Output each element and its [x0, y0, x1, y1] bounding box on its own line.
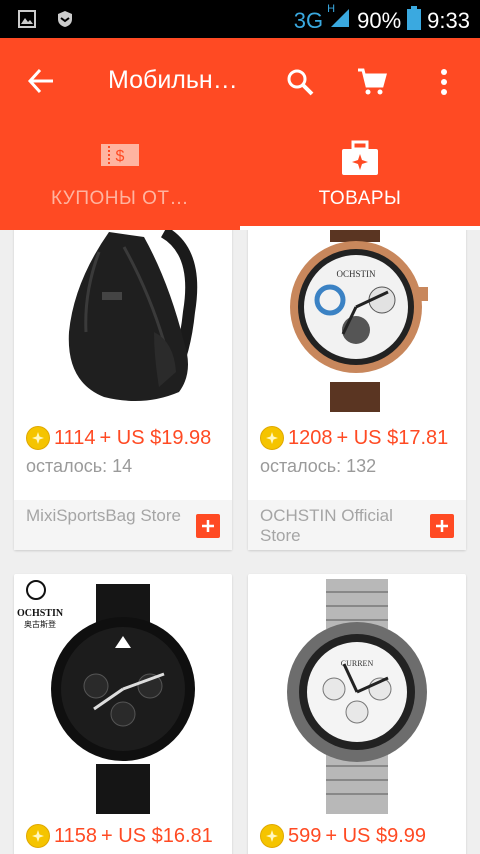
product-price: 1158 + US $16.81 — [26, 824, 213, 848]
tab-coupons[interactable]: $ КУПОНЫ ОТ… — [0, 134, 240, 230]
brand-logo-text: OCHSTIN — [17, 608, 64, 619]
coin-icon — [26, 824, 50, 848]
store-row: OCHSTIN Official Store — [248, 500, 466, 550]
app-bar: Мобильн… $ КУПОНЫ ОТ… ТОВАРЫ — [0, 38, 480, 230]
stock-left: осталось: 14 — [26, 456, 133, 476]
clock: 9:33 — [427, 8, 470, 33]
status-bar: 3G H 90% 9:33 — [0, 0, 480, 38]
gallery-notification-icon — [18, 10, 36, 33]
toolbar: Мобильн… — [0, 38, 480, 124]
tab-products-label: ТОВАРЫ — [318, 188, 402, 209]
watch-brand-text: OCHSTIN — [336, 269, 376, 279]
page-title: Мобильн… — [108, 66, 238, 94]
back-arrow-icon[interactable] — [26, 66, 58, 98]
product-price: 599 + US $9.99 — [260, 824, 426, 848]
store-row: MixiSportsBag Store — [14, 500, 232, 550]
battery-percent: 90% — [357, 8, 402, 33]
product-image-watch-steel[interactable]: CURREN — [248, 574, 466, 814]
briefcase-icon — [341, 140, 379, 181]
search-icon[interactable] — [280, 62, 320, 102]
shield-notification-icon — [56, 10, 74, 33]
tab-coupons-label: КУПОНЫ ОТ… — [51, 188, 189, 209]
tab-bar: $ КУПОНЫ ОТ… ТОВАРЫ — [0, 134, 480, 230]
coin-icon — [260, 824, 284, 848]
add-button[interactable] — [196, 514, 220, 538]
cash-price: + US $9.99 — [325, 824, 426, 847]
coin-amount: 1114 — [54, 426, 96, 449]
cart-icon[interactable] — [352, 62, 392, 102]
stock-left: осталось: 132 — [260, 456, 377, 476]
plus-icon — [202, 520, 214, 532]
tab-products[interactable]: ТОВАРЫ — [240, 134, 480, 230]
network-type: 3G — [293, 8, 324, 33]
product-price: 1208 + US $17.81 — [260, 426, 448, 450]
battery-icon — [407, 6, 422, 36]
coin-amount: 1208 — [288, 426, 333, 449]
product-card[interactable]: CURREN 599 + US $9.99 — [248, 574, 466, 854]
cash-price: + US $16.81 — [101, 824, 213, 847]
cash-price: + US $19.98 — [99, 426, 212, 449]
svg-text:$: $ — [116, 148, 125, 165]
store-name[interactable]: MixiSportsBag Store — [26, 506, 186, 526]
plus-icon — [436, 520, 448, 532]
more-options-icon[interactable] — [424, 62, 464, 102]
add-button[interactable] — [430, 514, 454, 538]
brand-logo-cn: 奥古斯登 — [24, 619, 56, 629]
network-sub: H — [327, 3, 336, 15]
store-name[interactable]: OCHSTIN Official Store — [260, 506, 420, 546]
coin-amount: 1158 — [54, 824, 98, 847]
product-card[interactable]: 1114 + US $19.98 осталось: 14 MixiSports… — [14, 230, 232, 550]
coupon-icon: $ — [101, 140, 139, 175]
coin-amount: 599 — [288, 824, 322, 847]
product-card[interactable]: OCHSTIN 1208 + US $17.81 осталось: 132 O… — [248, 230, 466, 550]
product-card[interactable]: OCHSTIN 奥古斯登 1158 + US $16.81 — [14, 574, 232, 854]
product-image-backpack[interactable] — [14, 230, 232, 412]
product-grid: 1114 + US $19.98 осталось: 14 MixiSports… — [0, 230, 480, 854]
product-image-watch-brown[interactable]: OCHSTIN — [248, 230, 466, 412]
product-price: 1114 + US $19.98 — [26, 426, 211, 450]
product-image-watch-black[interactable]: OCHSTIN 奥古斯登 — [14, 574, 232, 814]
signal-icon: H — [327, 3, 351, 35]
cash-price: + US $17.81 — [336, 426, 449, 449]
coin-icon — [26, 426, 50, 450]
coin-icon — [260, 426, 284, 450]
